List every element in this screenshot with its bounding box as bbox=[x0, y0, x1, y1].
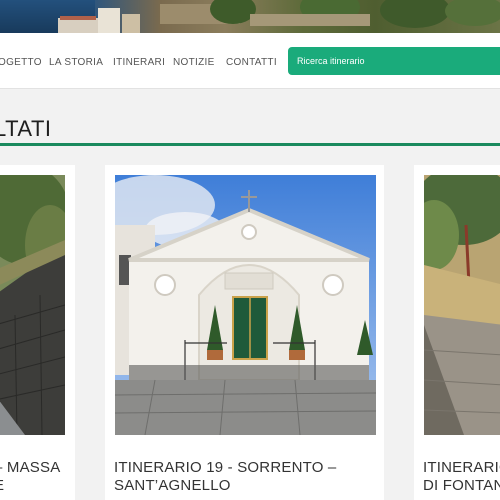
section-heading: LTATI bbox=[0, 116, 52, 141]
itinerary-card[interactable]: – MASSA E bbox=[0, 165, 75, 500]
itinerary-card[interactable]: ITINERARIO 19 - SORRENTO – SANT’AGNELLO bbox=[105, 165, 384, 500]
itinerary-card-title[interactable]: ITINERARIO DI FONTAN bbox=[423, 459, 500, 495]
itinerary-card-image[interactable] bbox=[424, 175, 500, 435]
nav-link-progetto[interactable]: OGETTO bbox=[0, 57, 42, 68]
nav-link-la-storia[interactable]: LA STORIA bbox=[49, 57, 103, 68]
search-box bbox=[288, 47, 500, 75]
nav-link-itinerari[interactable]: ITINERARI bbox=[113, 57, 165, 68]
itinerary-card-image[interactable] bbox=[0, 175, 65, 435]
heading-divider bbox=[0, 143, 500, 146]
search-input[interactable] bbox=[288, 47, 500, 75]
itinerary-card-image[interactable] bbox=[115, 175, 376, 435]
itinerary-card[interactable]: ITINERARIO DI FONTAN bbox=[414, 165, 500, 500]
itinerary-card-title[interactable]: – MASSA E bbox=[0, 459, 60, 495]
hero-banner-image bbox=[0, 0, 500, 33]
itinerary-card-title[interactable]: ITINERARIO 19 - SORRENTO – SANT’AGNELLO bbox=[114, 459, 336, 495]
nav-link-notizie[interactable]: NOTIZIE bbox=[173, 57, 215, 68]
nav-link-contatti[interactable]: CONTATTI bbox=[226, 57, 277, 68]
